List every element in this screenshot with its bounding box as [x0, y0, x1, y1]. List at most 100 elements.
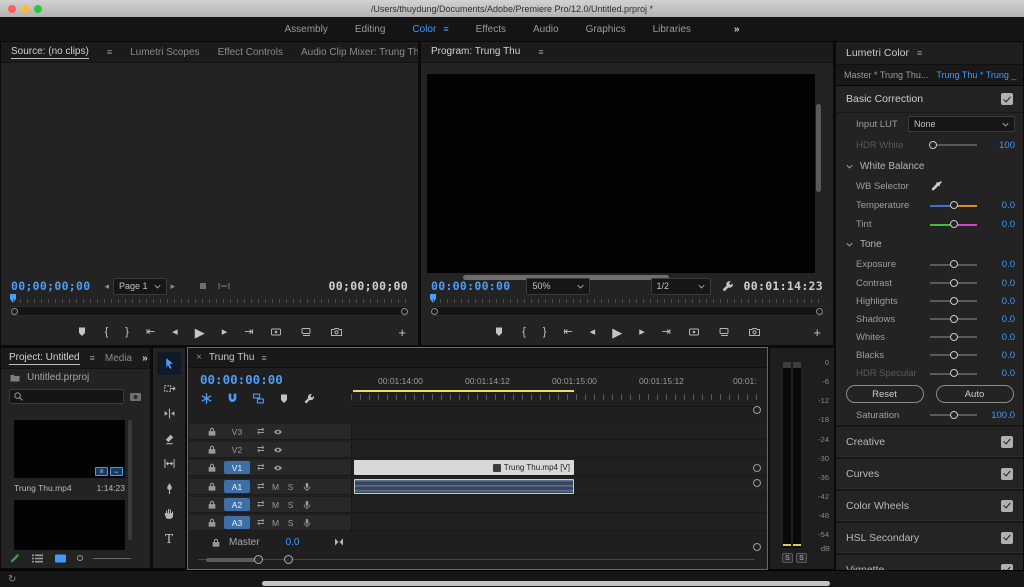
clip-thumbnail-2[interactable] [14, 500, 125, 550]
temperature-slider[interactable] [930, 205, 977, 207]
tab-project[interactable]: Project: Untitled [9, 352, 80, 365]
sync-lock-icon[interactable]: ⇄ [257, 426, 265, 437]
program-vscrollbar[interactable] [816, 104, 821, 192]
razor-tool[interactable] [157, 427, 181, 450]
play-icon[interactable]: ▶ [195, 326, 205, 339]
tab-audio-clip-mixer[interactable]: Audio Clip Mixer: Trung Thu [301, 47, 418, 58]
hdr-specular-value[interactable]: 0.0 [983, 368, 1015, 379]
input-lut-select[interactable]: None [908, 116, 1015, 132]
program-scrubber[interactable] [421, 297, 833, 319]
lumetri-title[interactable]: Lumetri Color [846, 47, 909, 59]
creative-checkbox[interactable] [1001, 436, 1013, 448]
sync-lock-icon[interactable]: ⇄ [257, 517, 265, 528]
step-forward-icon[interactable]: ▸ [639, 327, 645, 338]
play-icon[interactable]: ▶ [612, 326, 622, 339]
hdr-specular-slider[interactable] [930, 373, 977, 375]
source-zoom-handle-right[interactable] [401, 308, 408, 315]
workspace-tab-effects[interactable]: Effects [476, 24, 506, 35]
sync-lock-icon[interactable]: ⇄ [257, 462, 265, 473]
lock-track-icon[interactable] [207, 481, 217, 492]
add-marker-icon[interactable] [76, 326, 88, 338]
page-next-icon[interactable]: ▸ [171, 281, 176, 292]
export-frame-icon[interactable] [330, 326, 343, 338]
hand-tool[interactable] [157, 502, 181, 525]
zoom-window-button[interactable] [34, 5, 42, 13]
add-marker-icon[interactable] [493, 326, 505, 338]
timeline-zoom-handle-right[interactable] [284, 555, 293, 564]
track-a2-lane[interactable] [351, 497, 766, 513]
shadows-slider[interactable] [930, 318, 977, 320]
source-scrubber[interactable] [1, 297, 418, 319]
tab-sequence-trung-thu[interactable]: Trung Thu [209, 352, 255, 363]
toggle-track-output-eye-icon[interactable] [272, 463, 284, 473]
source-scrollbar[interactable] [9, 306, 410, 316]
mute-button[interactable]: M [272, 518, 280, 528]
lock-track-icon[interactable] [207, 462, 217, 473]
track-target-a3[interactable]: A3 [224, 516, 250, 529]
tab-media-browser[interactable]: Media [105, 353, 132, 364]
nest-sequences-icon[interactable] [200, 392, 213, 405]
curves-checkbox[interactable] [1001, 468, 1013, 480]
goto-out-icon[interactable]: ⇥ [662, 327, 671, 338]
thumbnail-zoom-slider[interactable] [93, 558, 131, 559]
track-resize-handle[interactable] [753, 479, 761, 487]
ripple-edit-tool[interactable] [157, 402, 181, 425]
goto-in-icon[interactable]: ⇤ [146, 327, 155, 338]
workspace-overflow-chevron[interactable]: » [734, 24, 740, 35]
project-writable-icon[interactable] [9, 552, 21, 564]
eyedropper-icon[interactable] [930, 180, 943, 193]
goto-out-icon[interactable]: ⇥ [244, 327, 253, 338]
toggle-track-output-eye-icon[interactable] [272, 427, 284, 437]
selection-tool[interactable] [157, 352, 181, 375]
auto-button[interactable]: Auto [936, 385, 1014, 403]
track-v2-lane[interactable] [351, 442, 766, 458]
mark-in-icon[interactable]: { [105, 327, 109, 338]
voiceover-mic-icon[interactable] [302, 499, 312, 511]
workspace-tab-libraries[interactable]: Libraries [653, 24, 691, 35]
source-zoom-handle-left[interactable] [11, 308, 18, 315]
settings-wrench-icon[interactable] [721, 280, 734, 293]
whites-slider[interactable] [930, 336, 977, 338]
temperature-value[interactable]: 0.0 [983, 200, 1015, 211]
solo-button[interactable]: S [287, 482, 295, 492]
solo-left-button[interactable]: S [782, 553, 793, 563]
lock-track-icon[interactable] [207, 517, 217, 528]
tab-lumetri-scopes[interactable]: Lumetri Scopes [130, 47, 199, 58]
lock-track-icon[interactable] [207, 499, 217, 510]
timeline-panel-menu-icon[interactable]: ≡ [261, 353, 266, 363]
section-basic-correction[interactable]: Basic Correction [836, 86, 1023, 113]
timeline-timecode[interactable]: 00:00:00:00 [200, 372, 283, 387]
blacks-value[interactable]: 0.0 [983, 350, 1015, 361]
track-target-v1[interactable]: V1 [224, 461, 250, 474]
hdr-white-slider[interactable] [930, 144, 977, 146]
project-panel-menu-icon[interactable]: ≡ [90, 353, 95, 363]
linked-selection-icon[interactable] [252, 392, 265, 405]
workspace-tab-graphics[interactable]: Graphics [586, 24, 626, 35]
master-clip-select[interactable]: Master * Trung Thu... [844, 70, 928, 80]
workspace-tab-assembly[interactable]: Assembly [284, 24, 327, 35]
timeline-settings-wrench-icon[interactable] [303, 393, 315, 405]
video-clip[interactable]: Trung Thu.mp4 [V] [354, 460, 574, 475]
toggle-track-output-eye-icon[interactable] [272, 445, 284, 455]
reset-button[interactable]: Reset [846, 385, 924, 403]
track-target-a1[interactable]: A1 [224, 480, 250, 493]
source-timecode[interactable]: 00;00;00;00 [11, 279, 90, 293]
project-vscrollbar[interactable] [128, 420, 132, 540]
highlights-value[interactable]: 0.0 [983, 296, 1015, 307]
voiceover-mic-icon[interactable] [302, 517, 312, 529]
program-panel-menu-icon[interactable]: ≡ [538, 47, 543, 57]
sync-lock-icon[interactable]: ⇄ [257, 481, 265, 492]
insert-icon[interactable] [270, 326, 283, 338]
tab-program[interactable]: Program: Trung Thu [431, 46, 520, 58]
voiceover-mic-icon[interactable] [302, 481, 312, 493]
new-search-bin-icon[interactable] [129, 391, 142, 402]
exposure-value[interactable]: 0.0 [983, 259, 1015, 270]
tint-slider[interactable] [930, 224, 977, 226]
close-window-button[interactable] [8, 5, 16, 13]
pen-tool[interactable] [157, 477, 181, 500]
track-target-a2[interactable]: A2 [224, 498, 250, 511]
color-wheels-checkbox[interactable] [1001, 500, 1013, 512]
program-video-display[interactable] [427, 74, 815, 273]
highlights-slider[interactable] [930, 300, 977, 302]
page-select[interactable]: Page 1 [113, 278, 167, 295]
